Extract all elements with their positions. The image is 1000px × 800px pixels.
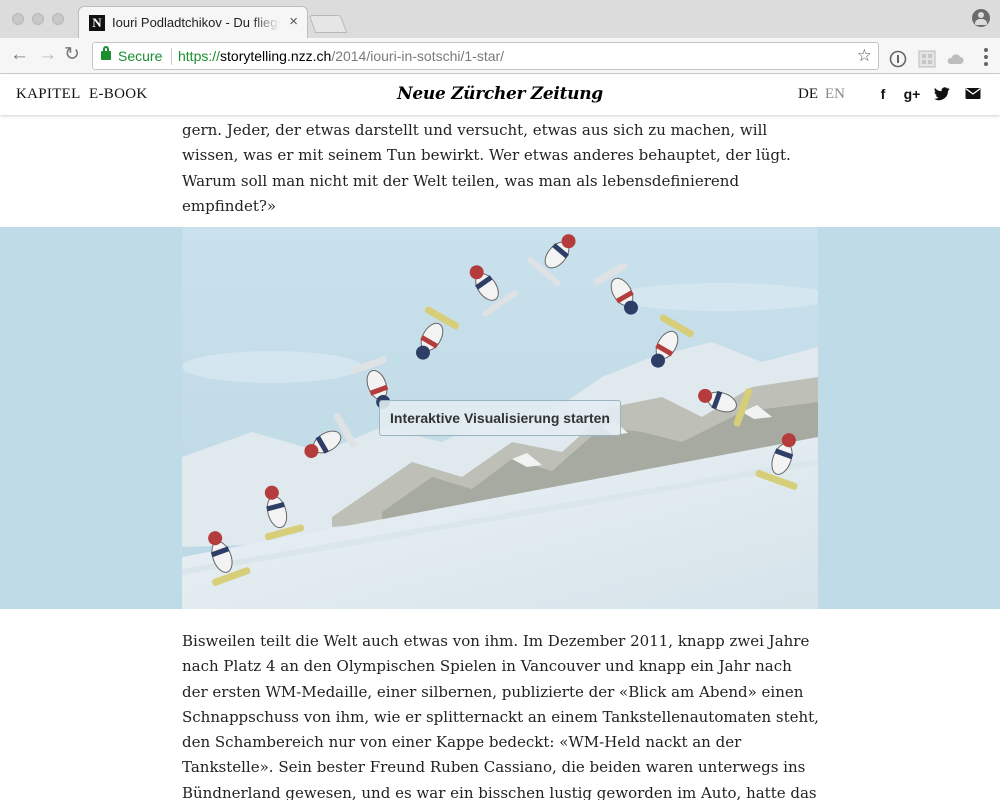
- new-tab-button[interactable]: [308, 15, 348, 33]
- qr-extension-icon[interactable]: [918, 50, 936, 68]
- url-text[interactable]: https://storytelling.nzz.ch/2014/iouri-i…: [178, 48, 504, 64]
- lock-icon: [101, 46, 111, 60]
- cloud-extension-icon[interactable]: [946, 50, 964, 68]
- url-path: /2014/iouri-in-sotschi/1-star/: [331, 48, 505, 64]
- google-plus-icon[interactable]: g+: [903, 86, 921, 102]
- browser-menu-icon[interactable]: [984, 48, 988, 66]
- maximize-window-button[interactable]: [52, 13, 64, 25]
- profile-icon[interactable]: [972, 9, 990, 27]
- site-header: KAPITEL E-BOOK Neue Zürcher Zeitung DE E…: [0, 75, 1000, 115]
- nzz-logo[interactable]: Neue Zürcher Zeitung: [0, 84, 1000, 104]
- back-icon[interactable]: ←: [10, 44, 29, 66]
- facebook-icon[interactable]: f: [874, 86, 892, 102]
- forward-icon[interactable]: →: [38, 44, 57, 66]
- secure-label: Secure: [118, 48, 163, 64]
- tab-title: Iouri Podladtchikov - Du fliegst: [112, 15, 280, 30]
- mail-icon[interactable]: [964, 88, 982, 99]
- address-bar[interactable]: Secure https://storytelling.nzz.ch/2014/…: [92, 42, 879, 70]
- nzz-favicon-icon: N: [89, 15, 105, 31]
- info-extension-icon[interactable]: [889, 50, 907, 68]
- browser-tab-bar: N Iouri Podladtchikov - Du fliegst ×: [0, 0, 1000, 38]
- url-scheme: https://: [178, 48, 221, 64]
- start-visualization-button[interactable]: Interaktive Visualisierung starten: [379, 400, 621, 436]
- article-paragraph: Bisweilen teilt die Welt auch etwas von …: [182, 632, 819, 800]
- minimize-window-button[interactable]: [32, 13, 44, 25]
- reload-icon[interactable]: ↻: [64, 44, 80, 66]
- url-host: storytelling.nzz.ch: [220, 48, 332, 64]
- url-divider: [171, 48, 172, 65]
- browser-tab[interactable]: N Iouri Podladtchikov - Du fliegst ×: [78, 6, 308, 38]
- tab-close-icon[interactable]: ×: [289, 13, 298, 30]
- browser-toolbar: ← → ↻ Secure https://storytelling.nzz.ch…: [0, 38, 1000, 74]
- twitter-icon[interactable]: [933, 87, 951, 101]
- language-en[interactable]: EN: [825, 86, 845, 103]
- close-window-button[interactable]: [12, 13, 24, 25]
- language-de[interactable]: DE: [798, 86, 818, 103]
- bookmark-star-icon[interactable]: ☆: [857, 46, 872, 66]
- article-paragraph: gern. Jeder, der etwas darstellt und ver…: [182, 121, 791, 215]
